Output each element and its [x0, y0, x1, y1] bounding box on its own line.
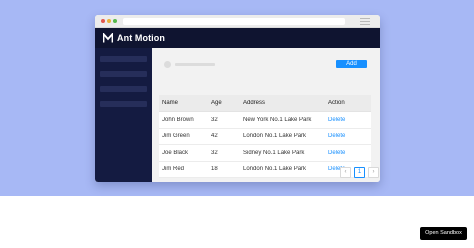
ant-motion-logo: [103, 33, 113, 43]
prev-page-button[interactable]: ‹: [340, 167, 351, 178]
column-header-age: Age: [211, 100, 222, 106]
column-header-action: Action: [328, 100, 345, 106]
cell-name: Joe Black: [162, 149, 189, 156]
address-bar[interactable]: [123, 18, 345, 25]
main-content: Add Name Age Address Action John Brown 3…: [152, 48, 380, 182]
add-button[interactable]: Add: [336, 60, 367, 68]
page-1-button[interactable]: 1: [354, 167, 365, 178]
sidebar-item-1[interactable]: [100, 56, 147, 62]
table-row: Jim Green 42 London No.1 Lake Park Delet…: [159, 128, 371, 145]
delete-link[interactable]: Delete: [328, 117, 345, 123]
cell-address: Sidney No.1 Lake Park: [243, 149, 305, 156]
next-page-button[interactable]: ›: [368, 167, 379, 178]
cell-age: 32: [211, 149, 218, 156]
browser-window: Ant Motion Add Name Age Address Action J…: [95, 15, 380, 182]
column-header-address: Address: [243, 100, 266, 106]
close-dot-icon[interactable]: [101, 19, 105, 23]
minimize-dot-icon[interactable]: [107, 19, 111, 23]
cell-age: 42: [211, 133, 218, 140]
sidebar: [95, 48, 152, 182]
table-row: John Brown 32 New York No.1 Lake Park De…: [159, 112, 371, 129]
delete-link[interactable]: Delete: [328, 133, 345, 139]
hamburger-icon[interactable]: [360, 18, 370, 25]
cell-address: London No.1 Lake Park: [243, 166, 307, 173]
cell-name: John Brown: [162, 116, 194, 123]
app-title: Ant Motion: [117, 33, 165, 43]
data-table: Name Age Address Action John Brown 32 Ne…: [159, 95, 371, 178]
app-header: Ant Motion: [95, 28, 380, 48]
open-sandbox-button[interactable]: Open Sandbox: [420, 227, 467, 240]
table-row: Joe Black 32 Sidney No.1 Lake Park Delet…: [159, 145, 371, 162]
cell-name: Jim Green: [162, 133, 190, 140]
sidebar-item-3[interactable]: [100, 86, 147, 92]
window-chrome: [95, 15, 380, 28]
cell-name: Jim Red: [162, 166, 185, 173]
cell-address: London No.1 Lake Park: [243, 133, 307, 140]
sidebar-item-2[interactable]: [100, 71, 147, 77]
column-header-name: Name: [162, 100, 179, 106]
table-header: Name Age Address Action: [159, 95, 371, 112]
delete-link[interactable]: Delete: [328, 150, 345, 156]
avatar-placeholder: [164, 61, 171, 68]
sidebar-item-4[interactable]: [100, 101, 147, 107]
preview-stage: Ant Motion Add Name Age Address Action J…: [0, 0, 474, 196]
cell-age: 18: [211, 166, 218, 173]
cell-age: 32: [211, 116, 218, 123]
title-placeholder: [175, 63, 215, 66]
maximize-dot-icon[interactable]: [113, 19, 117, 23]
cell-address: New York No.1 Lake Park: [243, 116, 312, 123]
pagination: ‹ 1 ›: [340, 167, 379, 178]
